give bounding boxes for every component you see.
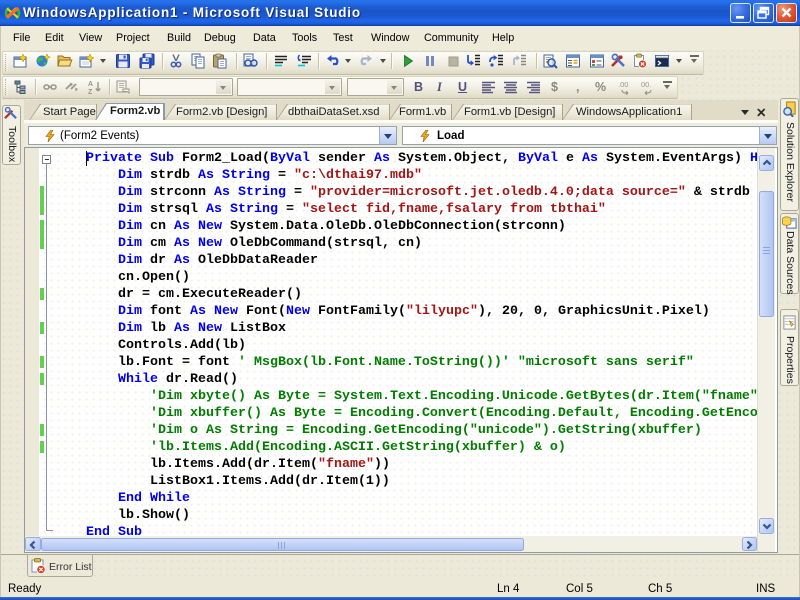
svg-text:A: A	[88, 81, 93, 88]
svg-text:Z: Z	[88, 89, 93, 95]
svg-text:00.: 00.	[641, 80, 651, 89]
svg-text:.00: .00	[618, 80, 628, 89]
